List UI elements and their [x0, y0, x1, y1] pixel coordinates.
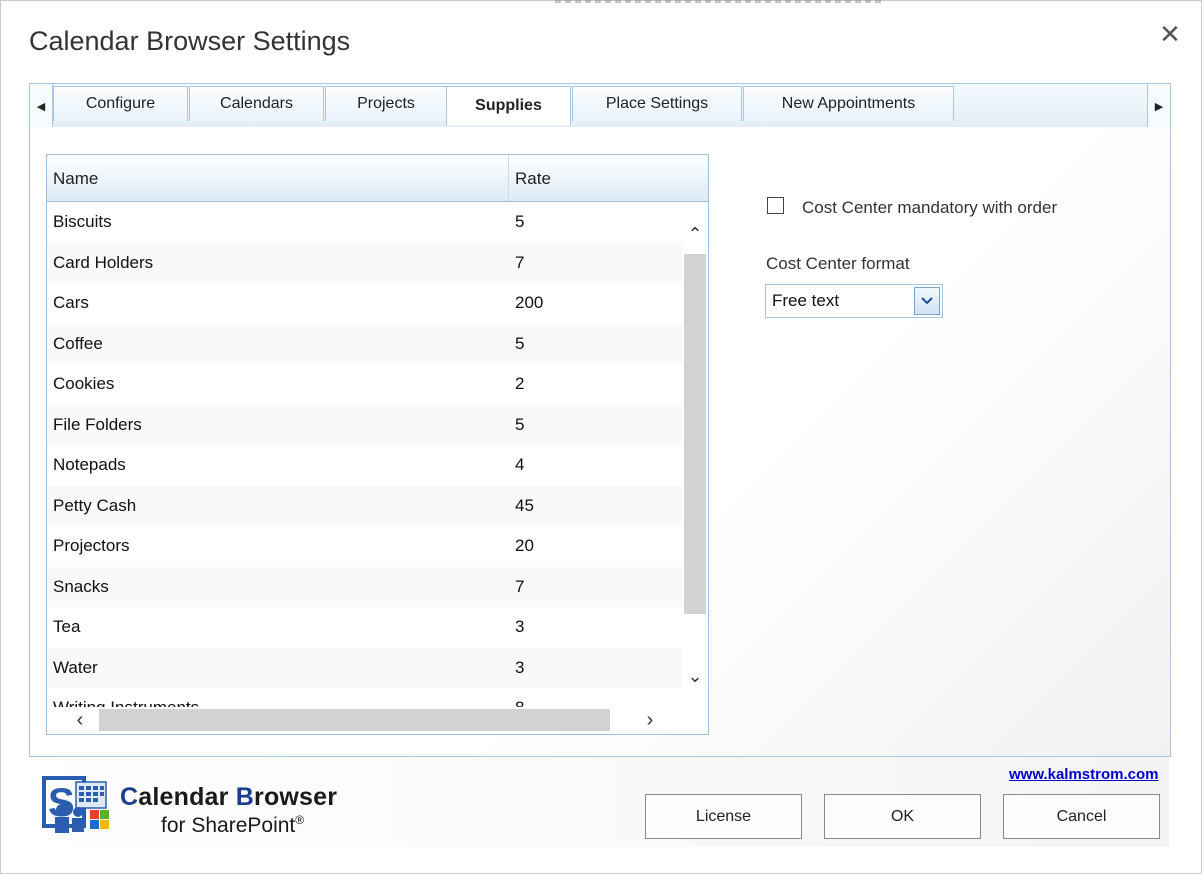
cell-name[interactable]: Cars [53, 283, 503, 324]
table-row[interactable]: Projectors 20 [47, 526, 683, 567]
supplies-grid: Name Rate Biscuits 5 Card Holders 7 Cars 200 C… [46, 154, 709, 735]
tab-configure[interactable]: Configure [53, 86, 188, 121]
brand-name: Calendar Browser [120, 783, 337, 812]
grid-header: Name Rate [47, 155, 708, 202]
brand-text-2: rowser [254, 783, 338, 811]
horizontal-scrollbar[interactable]: ‹ › [47, 707, 708, 733]
cell-rate[interactable]: 2 [515, 364, 675, 405]
cell-rate[interactable]: 5 [515, 324, 675, 365]
cell-rate[interactable]: 7 [515, 567, 675, 608]
cell-rate[interactable]: 7 [515, 243, 675, 284]
cell-rate[interactable]: 8 [515, 688, 675, 707]
table-row[interactable]: Snacks 7 [47, 566, 683, 608]
cost-center-format-label: Cost Center format [766, 254, 910, 273]
tab-bar: ◀ Configure Calendars Projects Supplies … [29, 83, 1171, 129]
cell-rate[interactable]: 3 [515, 648, 675, 689]
cell-rate[interactable]: 45 [515, 486, 675, 527]
table-row[interactable]: Tea 3 [47, 607, 683, 648]
license-button[interactable]: License [645, 794, 802, 839]
table-row[interactable]: Cookies 2 [47, 364, 683, 405]
vertical-scrollbar[interactable]: ⌃ ⌄ [683, 202, 707, 707]
cell-name[interactable]: Writing Instruments [53, 688, 503, 707]
brand-subtitle: for SharePoint® [161, 813, 304, 838]
table-row[interactable]: Writing Instruments 8 [47, 688, 683, 707]
table-row[interactable]: Card Holders 7 [47, 242, 683, 284]
background-artifact [555, 0, 885, 3]
kalmstrom-link[interactable]: www.kalmstrom.com [1009, 766, 1159, 783]
cell-rate[interactable]: 5 [515, 202, 675, 243]
close-icon[interactable]: ✕ [1156, 20, 1184, 48]
cell-name[interactable]: Projectors [53, 526, 503, 567]
brand-initial-c: C [120, 783, 139, 811]
table-row[interactable]: Cars 200 [47, 283, 683, 324]
table-row[interactable]: Water 3 [47, 647, 683, 689]
cell-name[interactable]: Water [53, 648, 503, 689]
cell-name[interactable]: Petty Cash [53, 486, 503, 527]
dialog-title: Calendar Browser Settings [29, 26, 351, 56]
brand-initial-b: B [235, 783, 255, 811]
tab-scroll-left-icon[interactable]: ◀ [30, 84, 53, 128]
cancel-button[interactable]: Cancel [1003, 794, 1160, 839]
cell-name[interactable]: Coffee [53, 324, 503, 365]
cost-center-format-select[interactable]: Free text [765, 284, 943, 318]
tab-list: Configure Calendars Projects Supplies Pl… [53, 84, 1147, 128]
cell-name[interactable]: File Folders [53, 405, 503, 446]
scroll-right-icon[interactable]: › [637, 707, 663, 733]
cell-rate[interactable]: 5 [515, 405, 675, 446]
tab-scroll-right-icon[interactable]: ▶ [1147, 84, 1170, 128]
cell-name[interactable]: Cookies [53, 364, 503, 405]
tab-new-appointments[interactable]: New Appointments [743, 86, 954, 121]
cost-center-format-value: Free text [772, 291, 840, 310]
ok-button[interactable]: OK [824, 794, 981, 839]
chevron-down-icon[interactable] [914, 287, 940, 315]
vertical-scroll-thumb[interactable] [684, 254, 706, 614]
cost-center-mandatory-label[interactable]: Cost Center mandatory with order [802, 198, 1057, 218]
scroll-down-icon[interactable]: ⌄ [683, 664, 707, 688]
cell-rate[interactable]: 3 [515, 607, 675, 648]
cell-name[interactable]: Tea [53, 607, 503, 648]
table-row[interactable]: Biscuits 5 [47, 202, 683, 243]
cell-name[interactable]: Notepads [53, 445, 503, 486]
column-header-rate[interactable]: Rate [509, 155, 708, 201]
table-row[interactable]: Petty Cash 45 [47, 485, 683, 527]
brand-text-1: alendar [138, 783, 236, 811]
scroll-up-icon[interactable]: ⌃ [683, 222, 707, 246]
table-row[interactable]: Coffee 5 [47, 323, 683, 365]
tab-calendars[interactable]: Calendars [189, 86, 324, 121]
calendar-browser-logo-icon: S [42, 776, 109, 833]
grid-rows: Biscuits 5 Card Holders 7 Cars 200 Coffee 5 Cook… [47, 202, 683, 707]
registered-mark: ® [295, 813, 305, 827]
brand-subtitle-text: for SharePoint [161, 814, 296, 837]
scroll-left-icon[interactable]: ‹ [67, 707, 93, 733]
horizontal-scroll-thumb[interactable] [99, 709, 610, 731]
cell-name[interactable]: Snacks [53, 567, 503, 608]
tab-supplies[interactable]: Supplies [446, 86, 571, 125]
table-row[interactable]: Notepads 4 [47, 445, 683, 486]
column-header-name[interactable]: Name [47, 155, 509, 201]
tab-projects[interactable]: Projects [325, 86, 447, 121]
tab-place-settings[interactable]: Place Settings [572, 86, 742, 121]
cell-rate[interactable]: 4 [515, 445, 675, 486]
cell-rate[interactable]: 200 [515, 283, 675, 324]
table-row[interactable]: File Folders 5 [47, 404, 683, 446]
cell-name[interactable]: Biscuits [53, 202, 503, 243]
cell-rate[interactable]: 20 [515, 526, 675, 567]
cost-center-mandatory-checkbox[interactable] [767, 197, 784, 214]
cell-name[interactable]: Card Holders [53, 243, 503, 284]
